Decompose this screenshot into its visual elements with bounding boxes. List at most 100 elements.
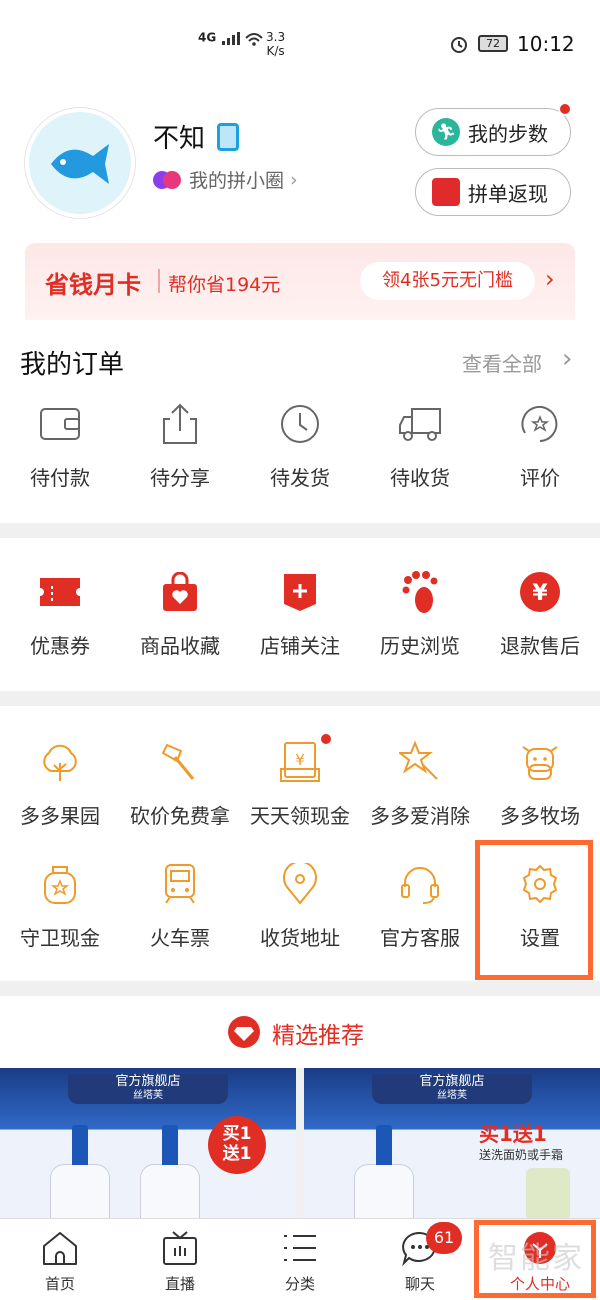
order-item-label: 评价 xyxy=(520,466,560,490)
group-cashback-button[interactable]: 拼单返现 xyxy=(415,168,571,216)
customer-service-entry[interactable]: 官方客服 xyxy=(360,862,480,951)
pin-circle-icon xyxy=(153,169,183,191)
history-entry[interactable]: 历史浏览 xyxy=(360,570,480,659)
ranch-entry[interactable]: 多多牧场 xyxy=(480,740,600,829)
recommend-header: 精选推荐 xyxy=(0,996,600,1068)
tree-icon xyxy=(38,740,82,784)
notification-dot xyxy=(558,102,572,116)
share-icon xyxy=(158,402,202,446)
chevron-right-icon: › xyxy=(545,265,555,293)
order-pending-share[interactable]: 待分享 xyxy=(120,402,240,491)
bargain-entry[interactable]: 砍价免费拿 xyxy=(120,740,240,829)
refund-entry[interactable]: ¥ 退款售后 xyxy=(480,570,600,659)
tab-label: 直播 xyxy=(164,1275,195,1293)
claim-coupons-button[interactable]: 领4张5元无门槛 xyxy=(360,262,535,300)
profile-header: 不知 我的拼小圈 › 🏃︎ 我的步数 拼单返现 省钱月卡 帮你省194元 领4张… xyxy=(0,88,600,320)
product-bottle xyxy=(140,1125,200,1220)
month-card-title: 省钱月卡 xyxy=(45,271,141,299)
order-pending-shipment[interactable]: 待发货 xyxy=(240,402,360,491)
fish-avatar-icon xyxy=(51,144,109,184)
cashback-label: 拼单返现 xyxy=(468,181,548,206)
store-label: 官方旗舰店 xyxy=(115,1074,181,1089)
savings-month-card[interactable]: 省钱月卡 帮你省194元 领4张5元无门槛 › xyxy=(25,243,575,320)
address-entry[interactable]: 收货地址 xyxy=(240,862,360,951)
signal-wifi-icon xyxy=(222,32,264,46)
tab-label: 首页 xyxy=(44,1275,75,1293)
svg-text:¥: ¥ xyxy=(532,581,548,606)
tab-live[interactable]: 直播 xyxy=(120,1219,240,1300)
guard-cash-entry[interactable]: 守卫现金 xyxy=(0,862,120,951)
clock: 10:12 xyxy=(517,32,575,56)
home-icon xyxy=(41,1229,79,1267)
my-steps-button[interactable]: 🏃︎ 我的步数 xyxy=(415,108,571,156)
order-pending-payment[interactable]: 待付款 xyxy=(0,402,120,491)
list-icon xyxy=(281,1229,319,1267)
product-bottle xyxy=(50,1125,110,1220)
brand-label: 丝塔芙 xyxy=(133,1090,163,1101)
service-label: 守卫现金 xyxy=(20,926,100,950)
order-item-label: 待分享 xyxy=(150,466,210,490)
tool-label: 历史浏览 xyxy=(380,634,460,658)
brand-label: 丝塔芙 xyxy=(437,1090,467,1101)
store-banner: 官方旗舰店 丝塔芙 xyxy=(68,1074,228,1104)
status-bar: 4G 3.3 K/s 72 10:12 xyxy=(0,0,600,88)
divider xyxy=(158,269,160,293)
store-follow-icon xyxy=(278,570,322,614)
refund-icon: ¥ xyxy=(518,570,562,614)
notification-dot xyxy=(319,732,333,746)
train-ticket-entry[interactable]: 火车票 xyxy=(120,862,240,951)
my-circle-link[interactable]: 我的拼小圈 › xyxy=(153,166,298,193)
store-follow-entry[interactable]: 店铺关注 xyxy=(240,570,360,659)
network-type: 4G xyxy=(198,30,217,45)
order-review[interactable]: 评价 xyxy=(480,402,600,491)
tools-section: 优惠券 商品收藏 店铺关注 历史浏览 ¥ 退款售后 xyxy=(0,538,600,691)
product-pouch xyxy=(526,1168,570,1220)
tab-home[interactable]: 首页 xyxy=(0,1219,120,1300)
coupon-icon xyxy=(38,570,82,614)
wallet-icon xyxy=(38,402,82,446)
avatar[interactable] xyxy=(25,108,135,218)
promo-text: 买1送1 xyxy=(479,1122,547,1146)
product-card[interactable]: 官方旗舰店 丝塔芙 买1 送1 xyxy=(0,1068,296,1220)
cow-icon xyxy=(518,740,562,784)
services-row-1: 多多果园 砍价免费拿 ¥ 天天领现金 多多爱消除 多多牧场 xyxy=(0,740,600,829)
money-bag-icon xyxy=(38,862,82,906)
order-item-label: 待收货 xyxy=(390,466,450,490)
daily-cash-entry[interactable]: ¥ 天天领现金 xyxy=(240,740,360,829)
coupons-entry[interactable]: 优惠券 xyxy=(0,570,120,659)
profile-tab-highlight-box xyxy=(474,1220,596,1298)
tab-categories[interactable]: 分类 xyxy=(240,1219,360,1300)
tool-label: 优惠券 xyxy=(30,634,90,658)
recommend-title: 精选推荐 xyxy=(272,1023,364,1049)
tools-grid: 优惠券 商品收藏 店铺关注 历史浏览 ¥ 退款售后 xyxy=(0,570,600,659)
tool-label: 退款售后 xyxy=(500,634,580,658)
service-label: 多多牧场 xyxy=(500,804,580,828)
cash-envelope-icon: ¥ xyxy=(278,740,322,784)
battery-indicator: 72 xyxy=(478,35,508,52)
match-game-entry[interactable]: 多多爱消除 xyxy=(360,740,480,829)
circle-label: 我的拼小圈 xyxy=(189,170,285,192)
footprint-icon xyxy=(398,570,442,614)
order-status-grid: 待付款 待分享 待发货 待收货 评价 xyxy=(0,402,600,491)
service-label: 多多爱消除 xyxy=(370,804,470,828)
red-envelope-icon xyxy=(432,178,460,206)
product-bottle xyxy=(354,1125,414,1220)
tab-label: 聊天 xyxy=(404,1275,435,1293)
truck-icon xyxy=(398,402,442,446)
tab-chat[interactable]: 聊天 xyxy=(360,1219,480,1300)
service-label: 天天领现金 xyxy=(250,804,350,828)
orchard-entry[interactable]: 多多果园 xyxy=(0,740,120,829)
device-tablet-icon xyxy=(217,123,239,151)
view-all-orders-link[interactable]: 查看全部 xyxy=(462,348,542,377)
product-card[interactable]: 官方旗舰店 丝塔芙 买1送1 送洗面奶或手霜 xyxy=(304,1068,600,1220)
steps-label: 我的步数 xyxy=(468,121,548,146)
username: 不知 xyxy=(153,124,206,154)
network-speed: 3.3 K/s xyxy=(266,30,286,58)
service-label: 火车票 xyxy=(150,926,210,950)
tv-icon xyxy=(161,1229,199,1267)
order-pending-receipt[interactable]: 待收货 xyxy=(360,402,480,491)
tool-label: 店铺关注 xyxy=(260,634,340,658)
favorites-entry[interactable]: 商品收藏 xyxy=(120,570,240,659)
alarm-icon xyxy=(451,37,467,53)
chevron-right-icon: › xyxy=(562,344,573,374)
